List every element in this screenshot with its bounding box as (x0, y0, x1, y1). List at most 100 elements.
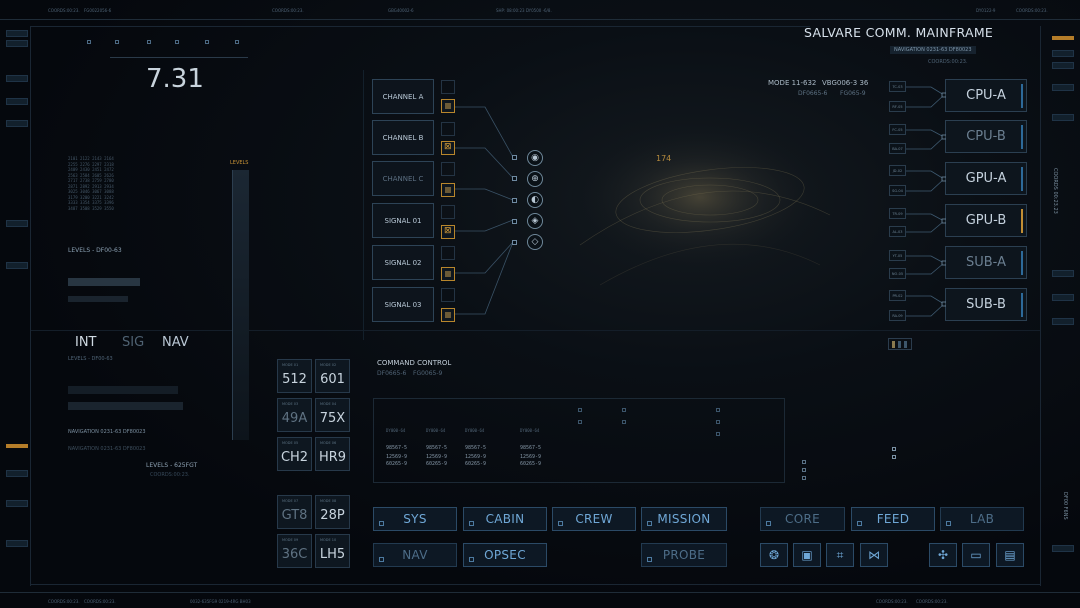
network-icon[interactable]: ❂ (760, 543, 788, 567)
monitor-icon[interactable]: ▤ (996, 543, 1024, 567)
edge-indicator (1052, 545, 1074, 552)
bowtie-icon[interactable]: ⋈ (860, 543, 888, 567)
channel-connectors (455, 106, 514, 315)
frame-line (30, 26, 31, 586)
top-coords-mid: COORDS:00:23. (272, 8, 304, 13)
channel-c[interactable]: CHANNEL C (372, 161, 434, 196)
signal-02[interactable]: SIGNAL 02 (372, 245, 434, 280)
tile-ch2[interactable]: MODE 05 CH2 (277, 437, 312, 471)
feed-button[interactable]: FEED (851, 507, 935, 531)
channel-c-toggle[interactable] (441, 183, 455, 197)
proc-gpu-a[interactable]: GPU-A (945, 162, 1027, 195)
proc-sub-a[interactable]: SUB-A (945, 246, 1027, 279)
diamond-icon[interactable]: ◇ (527, 234, 543, 250)
cc-column-1: DY000-64 98567-5 12569-9 60265-9 (386, 428, 408, 467)
bottom-codes: 0032-635FG9 0219-4RG BH03 (190, 599, 251, 604)
port: BA-07 (889, 143, 906, 154)
tile-hr9[interactable]: MODE 06 HR9 (315, 437, 350, 471)
port: TC-03 (889, 81, 906, 92)
status-check[interactable] (892, 455, 896, 459)
mainframe-screen: COORDS:00:23. FG0022056-6 COORDS:00:23. … (0, 0, 1080, 608)
processor-connectors (906, 86, 946, 317)
status-lines (802, 460, 852, 480)
port: TR-09 (889, 208, 906, 219)
levels-line: LEVELS - DF00-63 (68, 247, 122, 254)
tab-nav[interactable]: NAV (162, 335, 189, 350)
nodes-icon[interactable]: ✣ (929, 543, 957, 567)
top-status-bar: COORDS:00:23. FG0022056-6 COORDS:00:23. … (0, 0, 1080, 20)
edge-indicator-amber (1052, 36, 1074, 40)
channel-slot (441, 205, 455, 219)
half-circle-icon[interactable]: ◐ (527, 192, 543, 208)
signal-03[interactable]: SIGNAL 03 (372, 287, 434, 322)
edge-indicator (6, 540, 28, 547)
edge-indicator (6, 500, 28, 507)
signal-01[interactable]: SIGNAL 01 (372, 203, 434, 238)
tab-sig[interactable]: SIG (122, 335, 144, 350)
processor-icon[interactable]: ⌗ (826, 543, 854, 567)
tile-gt8[interactable]: MODE 07 GT8 (277, 495, 312, 529)
channel-a[interactable]: CHANNEL A (372, 79, 434, 114)
top-ship-status: SHP: 08:00:23 DY0500 -6/8. (496, 8, 552, 13)
frame-line (30, 26, 810, 27)
edge-indicator (6, 220, 28, 227)
channel-b[interactable]: CHANNEL B (372, 120, 434, 155)
target-icon[interactable]: ◉ (527, 150, 543, 166)
mission-button[interactable]: MISSION (641, 507, 727, 531)
probe-button[interactable]: PROBE (641, 543, 727, 567)
tile-601[interactable]: MODE 02 601 (315, 359, 350, 393)
connector-node (512, 155, 517, 160)
top-code-left: FG0022056-6 (84, 8, 112, 13)
tile-49a[interactable]: MODE 03 49A (277, 398, 312, 432)
port: JD-02 (889, 165, 906, 176)
header-coords: COORDS:00:23. (928, 59, 968, 65)
edge-indicator (6, 40, 28, 47)
edge-indicator (1052, 50, 1074, 57)
top-code-right: DY0122-9 (976, 8, 996, 13)
crosshair-icon[interactable]: ⊕ (527, 171, 543, 187)
tile-lh5[interactable]: MODE 10 LH5 (315, 534, 350, 568)
cc-column-3: DY000-64 98567-5 12569-9 60265-9 (465, 428, 487, 467)
levels-header: LEVELS (230, 160, 249, 166)
port: NO-05 (889, 268, 906, 279)
proc-cpu-b[interactable]: CPU-B (945, 120, 1027, 153)
command-control-sub2: FG0065-9 (413, 370, 443, 377)
proc-cpu-a[interactable]: CPU-A (945, 79, 1027, 112)
command-control-title: COMMAND CONTROL (377, 359, 452, 367)
nav-button[interactable]: NAV (373, 543, 457, 567)
sys-button[interactable]: SYS (373, 507, 457, 531)
signal-hologram (565, 125, 835, 286)
signal-01-toggle[interactable] (441, 225, 455, 239)
channel-slot (441, 122, 455, 136)
signal-03-toggle[interactable] (441, 308, 455, 322)
battery-icon[interactable]: ▭ (962, 543, 990, 567)
signal-02-toggle[interactable] (441, 267, 455, 281)
chip-icon[interactable]: ▣ (793, 543, 821, 567)
lab-button[interactable]: LAB (940, 507, 1024, 531)
port: AL-03 (889, 226, 906, 237)
tile-512[interactable]: MODE 01 512 (277, 359, 312, 393)
cabin-button[interactable]: CABIN (463, 507, 547, 531)
port: YT-05 (889, 250, 906, 261)
proc-gpu-b[interactable]: GPU-B (945, 204, 1027, 237)
frame-line (30, 330, 1040, 331)
status-check[interactable] (892, 447, 896, 451)
tile-28p[interactable]: MODE 08 28P (315, 495, 350, 529)
port: RA-09 (889, 310, 906, 321)
core-button[interactable]: CORE (760, 507, 845, 531)
tile-36c[interactable]: MODE 09 36C (277, 534, 312, 568)
channel-b-toggle[interactable] (441, 141, 455, 155)
crew-button[interactable]: CREW (552, 507, 636, 531)
tab-int[interactable]: INT (75, 335, 97, 350)
port: FC-05 (889, 124, 906, 135)
edge-indicator (1052, 114, 1074, 121)
edge-indicator-amber (6, 444, 28, 448)
data-grid: 2101 2122 2143 2164 2255 2276 2297 2318 24… (68, 156, 114, 211)
compass-icon[interactable]: ◈ (527, 213, 543, 229)
navigation-line-2: NAVIGATION 0231-63 DF80023 (68, 446, 146, 452)
channel-a-toggle[interactable] (441, 99, 455, 113)
proc-sub-b[interactable]: SUB-B (945, 288, 1027, 321)
opsec-button[interactable]: OPSEC (463, 543, 547, 567)
tile-75x[interactable]: MODE 04 75X (315, 398, 350, 432)
edge-indicator (6, 120, 28, 127)
